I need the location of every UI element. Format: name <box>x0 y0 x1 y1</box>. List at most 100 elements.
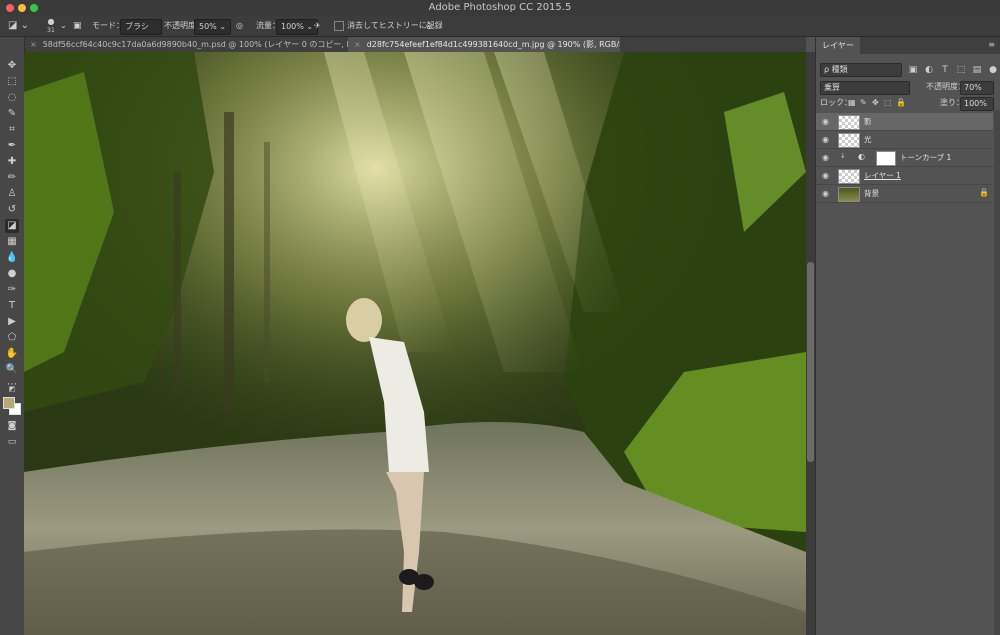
filter-type-icon[interactable]: T <box>940 65 950 75</box>
filter-label: ρ 種類 <box>824 65 848 74</box>
opacity-value: 50% <box>199 22 217 31</box>
lock-icon: 🔒 <box>979 188 989 197</box>
filter-smart-object-icon[interactable]: ▤ <box>972 65 982 75</box>
layers-panel: レイヤー ≡ ρ 種類 ▣ ◐ T ⬚ ▤ ● 乗算 不透明度： 70% ロック… <box>815 37 1000 635</box>
history-brush-icon[interactable]: ↺ <box>5 203 19 217</box>
eraser-tool-icon[interactable]: ◪ ⌄ <box>8 19 29 33</box>
mode-select[interactable]: ブラシ ⌄ <box>120 19 162 45</box>
visibility-eye-icon[interactable]: ◉ <box>822 189 829 198</box>
brush-menu-chevron-icon[interactable]: ⌄ <box>60 19 67 33</box>
tab-layers[interactable]: レイヤー <box>816 37 860 54</box>
visibility-eye-icon[interactable]: ◉ <box>822 117 829 126</box>
brush-icon[interactable]: ✏ <box>5 171 19 185</box>
layer-thumbnail <box>838 133 860 148</box>
flow-input[interactable]: 100% ⌄ <box>276 19 319 35</box>
lock-position-icon[interactable]: ✥ <box>872 96 879 110</box>
healing-icon[interactable]: ✚ <box>5 155 19 169</box>
more-icon[interactable]: ⋯ <box>5 378 19 392</box>
tools-panel: ◩ ◙ ▭ ✥ ⬚ ◌ ✎ ⌗ ✒ ✚ ✏ ♙ ↺ ◪ ▦ 💧 ● ✑ T ▶ ⬠ ✋ 🔍 ⋯ <box>0 37 25 635</box>
app-title: Adobe Photoshop CC 2015.5 <box>428 2 572 13</box>
layer-name[interactable]: 光 <box>864 131 872 148</box>
foreground-color-swatch[interactable] <box>3 397 15 409</box>
layer-opacity-input[interactable]: 70% <box>960 81 994 95</box>
tab-document-jpg[interactable]: × d28fc754efeef1ef84d1c499381640cd_m.jpg … <box>348 37 620 52</box>
lock-transparent-icon[interactable]: ▦ <box>848 96 856 110</box>
layer-thumbnail <box>838 169 860 184</box>
move-icon[interactable]: ✥ <box>5 59 19 73</box>
layer-row[interactable]: ◉ 背景 🔒 <box>816 185 993 203</box>
layer-opacity-value: 70% <box>964 83 982 92</box>
document-tab-bar: × 58df56ccf64c40c9c17da0a6d9890b40_m.psd … <box>24 37 806 52</box>
layer-row[interactable]: ◉ 影 <box>816 113 993 131</box>
filter-shape-icon[interactable]: ⬚ <box>956 65 966 75</box>
lock-image-icon[interactable]: ✎ <box>860 96 867 110</box>
marquee-icon[interactable]: ⬚ <box>5 75 19 89</box>
gradient-icon[interactable]: ▦ <box>5 235 19 249</box>
fill-input[interactable]: 100% <box>960 97 994 111</box>
stamp-icon[interactable]: ♙ <box>5 187 19 201</box>
hand-icon[interactable]: ✋ <box>5 347 19 361</box>
pressure-size-icon[interactable]: ◎ <box>426 19 433 33</box>
filter-pixel-icon[interactable]: ▣ <box>908 65 918 75</box>
quick-mask-icon[interactable]: ◙ <box>5 419 19 433</box>
blur-icon[interactable]: 💧 <box>5 251 19 265</box>
options-bar: ◪ ⌄ ● 31 ⌄ ▣ モード： ブラシ ⌄ 不透明度： 50% ⌄ ◎ 流量… <box>0 16 1000 45</box>
canvas-scroll-thumb[interactable] <box>807 262 814 462</box>
layer-row[interactable]: ◉ 光 <box>816 131 993 149</box>
clipping-arrow-icon: ↓ <box>840 152 846 160</box>
quick-select-icon[interactable]: ✎ <box>5 107 19 121</box>
visibility-eye-icon[interactable]: ◉ <box>822 135 829 144</box>
curves-adjustment-icon: ◐ <box>858 152 865 161</box>
layer-thumbnail <box>838 187 860 202</box>
crop-icon[interactable]: ⌗ <box>5 123 19 137</box>
layer-name[interactable]: トーンカーブ 1 <box>900 149 951 166</box>
eyedropper-icon[interactable]: ✒ <box>5 139 19 153</box>
mode-value: ブラシ <box>125 22 149 31</box>
fill-value: 100% <box>964 99 987 108</box>
close-tab-icon[interactable]: × <box>30 40 37 49</box>
layers-panel-header: レイヤー ≡ <box>816 37 1000 54</box>
layer-mask-thumbnail[interactable] <box>876 151 896 166</box>
brush-tip-icon: ● <box>47 17 55 26</box>
filter-toggle-icon[interactable]: ● <box>988 65 998 75</box>
brush-preset-picker[interactable]: ● 31 <box>44 17 58 34</box>
visibility-eye-icon[interactable]: ◉ <box>822 171 829 180</box>
opacity-input[interactable]: 50% ⌄ <box>194 19 232 35</box>
brush-size-value: 31 <box>47 27 55 34</box>
blend-mode-select[interactable]: 乗算 <box>820 81 910 95</box>
tab-label: d28fc754efeef1ef84d1c499381640cd_m.jpg @… <box>366 40 620 49</box>
layer-filter-select[interactable]: ρ 種類 <box>820 63 902 77</box>
dodge-icon[interactable]: ● <box>5 267 19 281</box>
airbrush-icon[interactable]: ✈ <box>314 19 321 33</box>
layer-name[interactable]: レイヤー 1 <box>864 167 901 184</box>
brush-panel-toggle-icon[interactable]: ▣ <box>73 19 82 33</box>
layer-name[interactable]: 背景 <box>864 185 879 202</box>
document-canvas[interactable] <box>24 52 806 635</box>
layer-row[interactable]: ◉ ↓ ◐ トーンカーブ 1 <box>816 149 993 167</box>
screen-mode-icon[interactable]: ▭ <box>5 435 19 449</box>
checkbox-box <box>334 20 344 31</box>
blend-mode-value: 乗算 <box>824 83 840 92</box>
lasso-icon[interactable]: ◌ <box>5 91 19 105</box>
shape-icon[interactable]: ⬠ <box>5 331 19 345</box>
lock-artboard-icon[interactable]: ⬚ <box>884 96 892 110</box>
zoom-icon[interactable]: 🔍 <box>5 363 19 377</box>
type-icon[interactable]: T <box>5 299 19 313</box>
path-select-icon[interactable]: ▶ <box>5 315 19 329</box>
pressure-opacity-icon[interactable]: ◎ <box>236 19 243 33</box>
layer-thumbnail <box>838 115 860 130</box>
eraser-icon[interactable]: ◪ <box>5 219 19 233</box>
title-bar: Adobe Photoshop CC 2015.5 <box>0 0 1000 17</box>
layers-scrollbar[interactable] <box>994 110 1000 635</box>
flow-value: 100% <box>281 22 304 31</box>
close-tab-icon[interactable]: × <box>354 40 361 49</box>
panel-menu-icon[interactable]: ≡ <box>988 40 995 49</box>
pen-icon[interactable]: ✑ <box>5 283 19 297</box>
tab-label: 58df56ccf64c40c9c17da0a6d9890b40_m.psd @… <box>42 40 358 49</box>
filter-adjustment-icon[interactable]: ◐ <box>924 65 934 75</box>
layer-name[interactable]: 影 <box>864 113 872 130</box>
tab-document-psd[interactable]: × 58df56ccf64c40c9c17da0a6d9890b40_m.psd … <box>24 37 358 52</box>
visibility-eye-icon[interactable]: ◉ <box>822 153 829 162</box>
lock-all-icon[interactable]: 🔒 <box>896 96 906 110</box>
layer-row[interactable]: ◉ レイヤー 1 <box>816 167 993 185</box>
